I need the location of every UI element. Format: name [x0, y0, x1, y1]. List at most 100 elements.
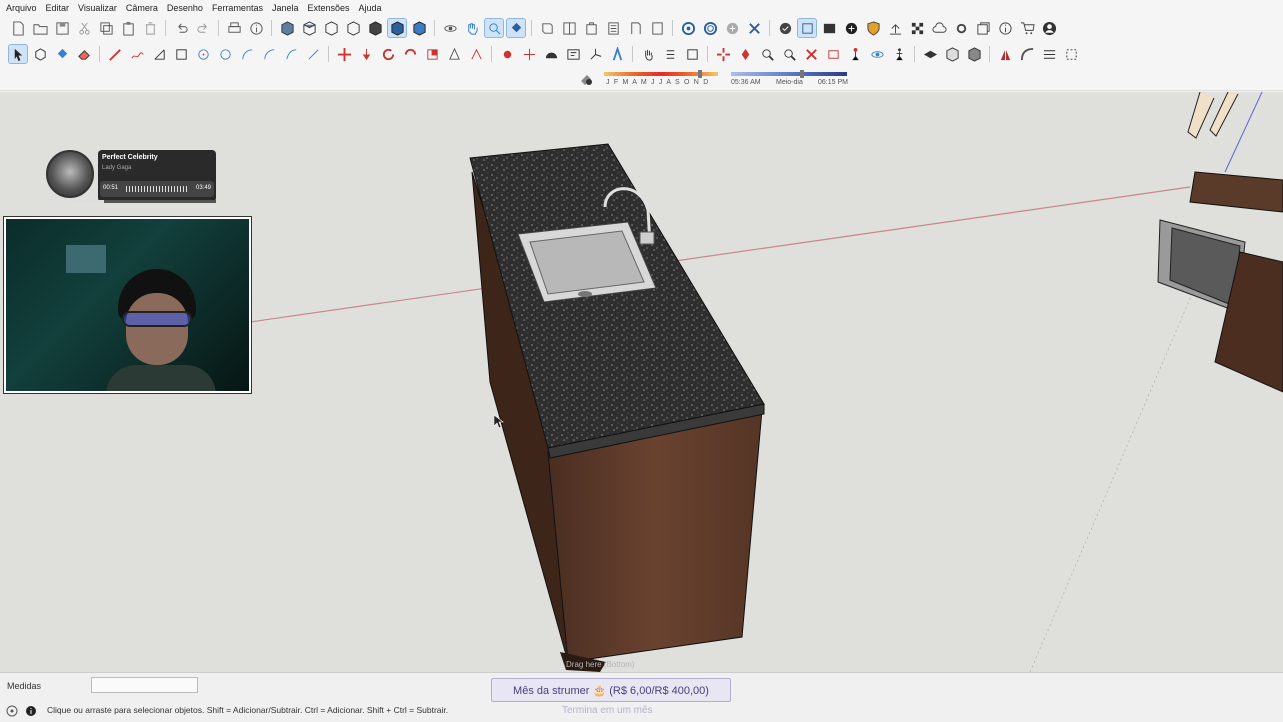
frame-icon[interactable]	[647, 18, 667, 38]
overflow-icon[interactable]	[1061, 44, 1081, 64]
move-tool-icon[interactable]	[334, 44, 354, 64]
front-view-icon[interactable]	[321, 18, 341, 38]
delete-icon[interactable]	[140, 18, 160, 38]
orbit-icon[interactable]	[440, 18, 460, 38]
menu-janela[interactable]: Janela	[272, 3, 299, 13]
geo-location-icon[interactable]	[6, 704, 18, 722]
curve-icon[interactable]	[1017, 44, 1037, 64]
measurements-input[interactable]	[91, 677, 198, 693]
menu-desenho[interactable]: Desenho	[167, 3, 203, 13]
hint-info-icon[interactable]	[25, 704, 37, 722]
freehand-icon[interactable]	[127, 44, 147, 64]
sandbox-icon[interactable]	[995, 44, 1015, 64]
position-camera-icon[interactable]	[713, 44, 733, 64]
rotate-tool-icon[interactable]	[378, 44, 398, 64]
time-slider-thumb[interactable]	[800, 70, 804, 78]
iso-view-icon[interactable]	[277, 18, 297, 38]
right-view-icon[interactable]	[343, 18, 363, 38]
rotated-rectangle-icon[interactable]	[171, 44, 191, 64]
undo-icon[interactable]	[171, 18, 191, 38]
film-icon[interactable]	[819, 18, 839, 38]
arc-tool-icon[interactable]	[237, 44, 257, 64]
info-icon[interactable]	[995, 18, 1015, 38]
month-slider-thumb[interactable]	[698, 70, 702, 78]
menu-editar[interactable]: Editar	[46, 3, 70, 13]
walker-icon[interactable]	[889, 44, 909, 64]
component-tool-icon[interactable]	[30, 44, 50, 64]
section-plane-icon[interactable]	[537, 18, 557, 38]
pan-hand-icon[interactable]	[660, 44, 680, 64]
scene-cube-icon[interactable]	[722, 18, 742, 38]
circle-tool-icon[interactable]	[193, 44, 213, 64]
eraser-icon[interactable]	[74, 44, 94, 64]
cut-icon[interactable]	[74, 18, 94, 38]
select-tool-icon[interactable]	[8, 44, 28, 64]
extension-gear-icon[interactable]	[951, 18, 971, 38]
3d-text-icon[interactable]	[607, 44, 627, 64]
cart-icon[interactable]	[1017, 18, 1037, 38]
walk-person-icon[interactable]	[845, 44, 865, 64]
top-view-icon[interactable]	[299, 18, 319, 38]
dimension-icon[interactable]	[519, 44, 539, 64]
tape-measure-icon[interactable]	[497, 44, 517, 64]
box-shaded-icon[interactable]	[964, 44, 984, 64]
zoom-extents-arrows-icon[interactable]	[801, 44, 821, 64]
copy-icon[interactable]	[96, 18, 116, 38]
pencil-line-icon[interactable]	[105, 44, 125, 64]
axes-tool-icon[interactable]	[585, 44, 605, 64]
shadow-toggle-icon[interactable]	[578, 71, 594, 87]
menu-arquivo[interactable]: Arquivo	[6, 3, 37, 13]
components-icon[interactable]	[581, 18, 601, 38]
push-pull-icon[interactable]	[356, 44, 376, 64]
materials-icon[interactable]	[603, 18, 623, 38]
open-folder-icon[interactable]	[30, 18, 50, 38]
orbit-hand-icon[interactable]	[638, 44, 658, 64]
section-cut-icon[interactable]	[920, 44, 940, 64]
menu-camera[interactable]: Câmera	[126, 3, 158, 13]
menu-ferramentas[interactable]: Ferramentas	[212, 3, 263, 13]
gear-target-icon[interactable]	[700, 18, 720, 38]
window-icon[interactable]	[973, 18, 993, 38]
xray-style-icon[interactable]	[365, 18, 385, 38]
three-point-arc-icon[interactable]	[281, 44, 301, 64]
shield-icon[interactable]	[863, 18, 883, 38]
polygon-tool-icon[interactable]	[215, 44, 235, 64]
checker-icon[interactable]	[907, 18, 927, 38]
box-icon[interactable]	[942, 44, 962, 64]
previous-view-icon[interactable]	[823, 44, 843, 64]
new-file-icon[interactable]	[8, 18, 28, 38]
print-icon[interactable]	[224, 18, 244, 38]
rectangle-tool-icon[interactable]	[149, 44, 169, 64]
zoom-extents-icon[interactable]	[484, 18, 504, 38]
shaded-texture-style-icon[interactable]	[387, 18, 407, 38]
protractor-icon[interactable]	[541, 44, 561, 64]
upload-icon[interactable]	[885, 18, 905, 38]
text-tool-icon[interactable]	[563, 44, 583, 64]
save-icon[interactable]	[52, 18, 72, 38]
scale-tool-icon[interactable]	[422, 44, 442, 64]
paint-bucket-icon[interactable]	[52, 44, 72, 64]
monochrome-style-icon[interactable]	[409, 18, 429, 38]
door-icon[interactable]	[625, 18, 645, 38]
account-icon[interactable]	[1039, 18, 1059, 38]
zoom-lens-icon[interactable]	[757, 44, 777, 64]
look-around-icon[interactable]	[735, 44, 755, 64]
close-x-icon[interactable]	[744, 18, 764, 38]
time-slider[interactable]	[731, 72, 847, 76]
menu-extensoes[interactable]: Extensões	[308, 3, 350, 13]
export-icon[interactable]	[797, 18, 817, 38]
follow-me-icon[interactable]	[400, 44, 420, 64]
two-point-arc-icon[interactable]	[259, 44, 279, 64]
layer-view-icon[interactable]	[559, 18, 579, 38]
model-info-icon[interactable]	[246, 18, 266, 38]
cloud-icon[interactable]	[929, 18, 949, 38]
zoom-icon[interactable]	[682, 44, 702, 64]
paste-icon[interactable]	[118, 18, 138, 38]
eye-look-icon[interactable]	[867, 44, 887, 64]
pie-tool-icon[interactable]	[303, 44, 323, 64]
zoom-window-icon[interactable]	[779, 44, 799, 64]
menu-visualizar[interactable]: Visualizar	[78, 3, 117, 13]
list-options-icon[interactable]	[1039, 44, 1059, 64]
target-view-icon[interactable]	[678, 18, 698, 38]
pan-icon[interactable]	[462, 18, 482, 38]
